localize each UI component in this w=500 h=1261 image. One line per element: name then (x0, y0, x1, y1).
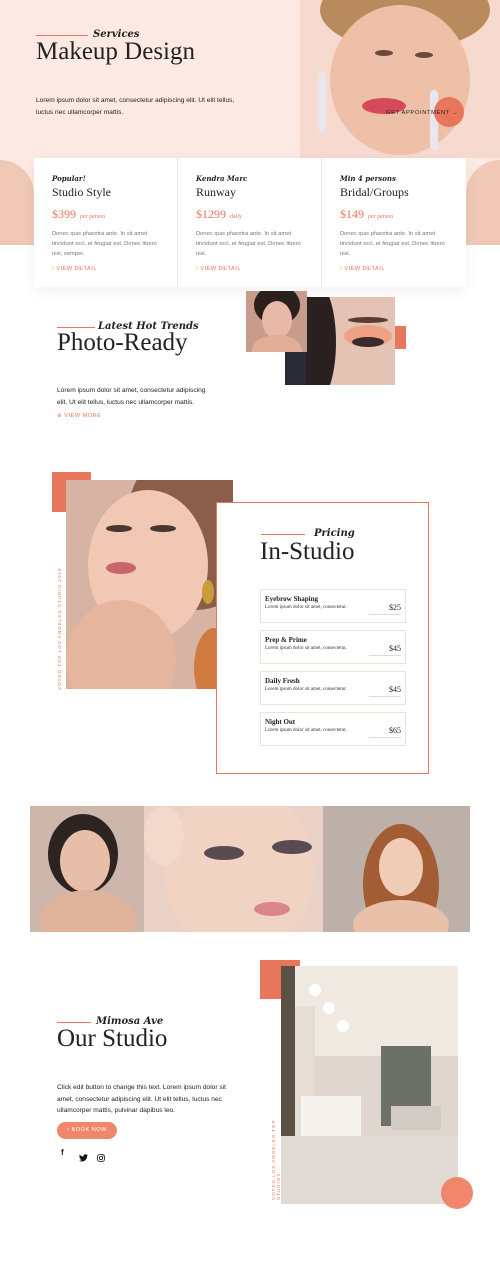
arrow-icon: › (67, 1127, 70, 1133)
hero-title: Makeup Design (36, 38, 195, 65)
card-price: $1299 daily (196, 207, 308, 222)
card-price-unit: per person (80, 214, 106, 220)
price-item-underline (369, 696, 401, 697)
studio-interior-photo (281, 966, 458, 1204)
view-detail-link[interactable]: › VIEW DETAIL (52, 266, 164, 272)
instagram-icon[interactable] (97, 1149, 105, 1167)
price-item-underline (369, 614, 401, 615)
card-script-label: Popular! (52, 174, 86, 183)
studio-accent-circle (441, 1177, 473, 1209)
price-item-name: Night Out (265, 718, 296, 726)
price-item-name: Prep & Prime (265, 636, 307, 644)
card-text: Donec quis pharetra ante. In sit amet ti… (196, 231, 301, 257)
facebook-icon[interactable]: f (61, 1148, 64, 1157)
studio-text: Click edit button to change this text. L… (57, 1084, 226, 1115)
price-item-name: Daily Fresh (265, 677, 300, 685)
service-card-bridal-groups: Min 4 persons Bridal/Groups $149 per pers… (340, 174, 452, 272)
pricing-portrait-photo (66, 480, 233, 689)
pricing-vertical-text: VOTED TOP LOS ANGELES STUDIO 2019 (57, 567, 62, 690)
price-item-desc: Lorem ipsum dolor sit amet, consectetur. (265, 687, 347, 692)
price-item-underline (369, 737, 401, 738)
service-card-studio-style: Popular! Studio Style $399 per person Don… (52, 174, 164, 272)
card-title: Bridal/Groups (340, 185, 409, 199)
trends-text: Lorem ipsum dolor sit amet, consectetur … (57, 387, 206, 406)
gallery-photo-3 (323, 806, 470, 932)
plus-circle-icon: ⊕ (57, 413, 63, 419)
price-item-price: $45 (389, 685, 401, 694)
get-appointment-button[interactable]: GET APPOINTMENT → (386, 110, 459, 116)
card-script-label: Min 4 persons (340, 174, 396, 183)
view-detail-link[interactable]: › VIEW DETAIL (340, 266, 452, 272)
price-item-prep-prime: Prep & Prime Lorem ipsum dolor sit amet,… (260, 630, 406, 664)
pricing-accent-line (261, 534, 305, 535)
hero-portrait-photo (300, 0, 500, 158)
card-title: Runway (196, 185, 236, 199)
trends-title: Photo-Ready (57, 329, 188, 356)
price-item-desc: Lorem ipsum dolor sit amet, consectetur. (265, 646, 347, 651)
price-item-price: $45 (389, 644, 401, 653)
card-price: $399 per person (52, 207, 164, 222)
studio-accent-line (57, 1022, 91, 1023)
price-item-underline (369, 655, 401, 656)
view-more-link[interactable]: ⊕ VIEW MORE (57, 413, 101, 419)
card-text: Donec quis pharetra ante. In sit amet ti… (340, 231, 445, 257)
card-divider (321, 158, 322, 287)
social-icons: f (61, 1148, 121, 1162)
twitter-icon[interactable] (79, 1149, 88, 1167)
book-now-button[interactable]: › BOOK NOW (57, 1122, 117, 1139)
hero-accent-line (36, 35, 88, 36)
trends-eye-photo (306, 297, 395, 385)
get-appointment-label: GET APPOINTMENT (386, 110, 450, 116)
studio-vertical-text: VOTED LOS ANGELES TOP STUDIOS (271, 1119, 281, 1201)
price-item-name: Eyebrow Shaping (265, 595, 318, 603)
price-item-night-out: Night Out Lorem ipsum dolor sit amet, co… (260, 712, 406, 746)
card-price-unit: daily (230, 214, 242, 220)
trends-accent-line (57, 327, 95, 328)
card-price-value: $149 (340, 207, 364, 221)
price-item-price: $25 (389, 603, 401, 612)
card-title: Studio Style (52, 185, 112, 199)
book-now-label: BOOK NOW (71, 1127, 107, 1133)
service-card-runway: Kendra Marc Runway $1299 daily Donec quis… (196, 174, 308, 272)
card-price-unit: per person (368, 214, 394, 220)
pricing-title: In-Studio (260, 538, 355, 565)
price-item-desc: Lorem ipsum dolor sit amet, consectetur. (265, 605, 347, 610)
trends-portrait-photo (246, 291, 307, 352)
price-item-eyebrow-shaping: Eyebrow Shaping Lorem ipsum dolor sit am… (260, 589, 406, 623)
card-script-label: Kendra Marc (196, 174, 248, 183)
view-detail-link[interactable]: › VIEW DETAIL (196, 266, 308, 272)
price-item-desc: Lorem ipsum dolor sit amet, consectetur. (265, 728, 347, 733)
view-more-label: VIEW MORE (64, 413, 102, 419)
card-price-value: $399 (52, 207, 76, 221)
arrow-right-icon: → (452, 110, 459, 116)
card-divider (177, 158, 178, 287)
card-text: Donec quis pharetra ante. In sit amet ti… (52, 231, 157, 257)
price-item-daily-fresh: Daily Fresh Lorem ipsum dolor sit amet, … (260, 671, 406, 705)
card-price-value: $1299 (196, 207, 226, 221)
gallery-photo-1 (30, 806, 144, 932)
card-price: $149 per person (340, 207, 452, 222)
studio-title: Our Studio (57, 1025, 168, 1052)
gallery-photo-2 (144, 806, 323, 932)
hero-text: Lorem ipsum dolor sit amet, consectetur … (36, 97, 235, 116)
price-item-price: $65 (389, 726, 401, 735)
